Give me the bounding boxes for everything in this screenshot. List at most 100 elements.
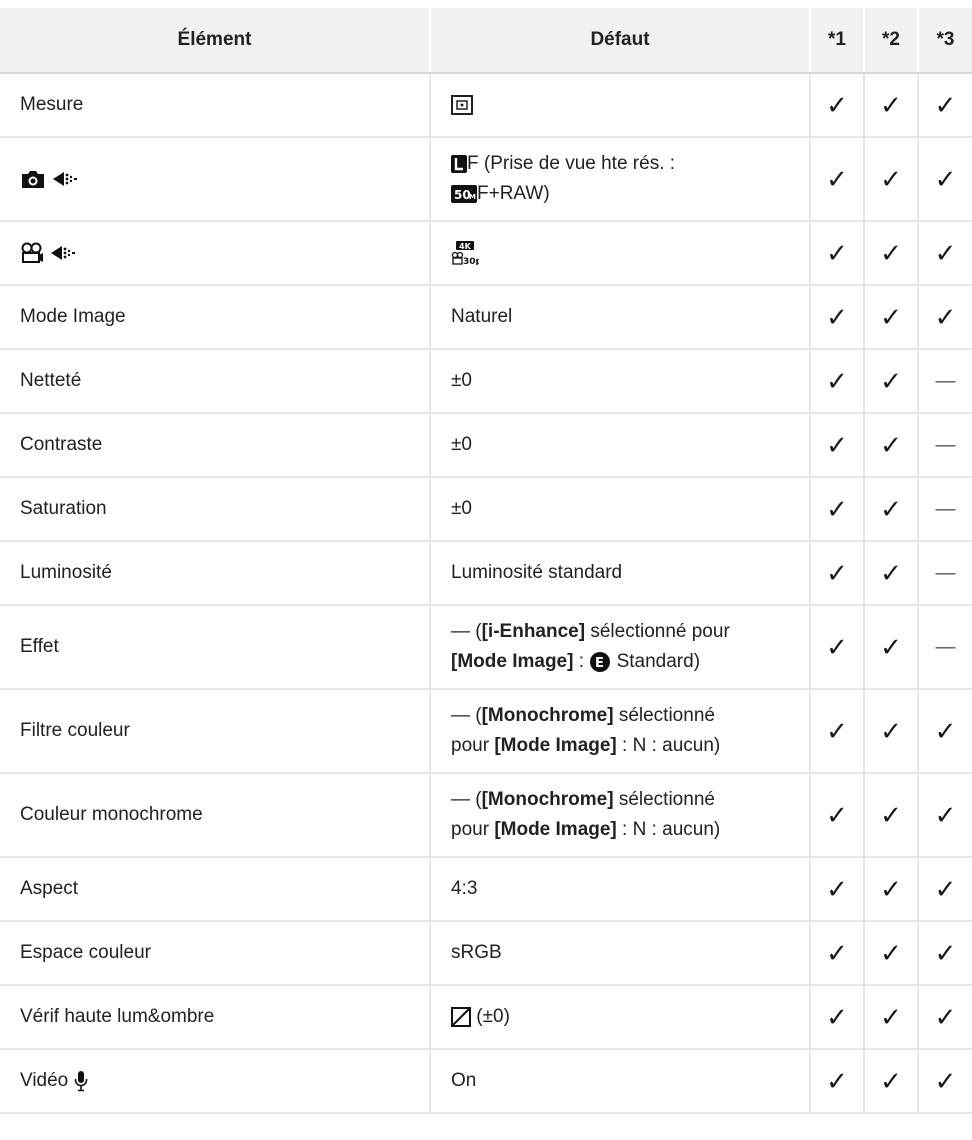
cell-element bbox=[0, 137, 431, 222]
cell-element: Saturation bbox=[0, 477, 431, 542]
table-row: Filtre couleur — ([Monochrome] sélection… bbox=[0, 689, 972, 774]
cell-default: sRGB bbox=[430, 921, 811, 986]
cell-check-2: ✓ bbox=[864, 413, 919, 478]
header-col1: *1 bbox=[810, 8, 865, 74]
cell-default: Naturel bbox=[430, 285, 811, 350]
table-row: 4K 30p ✓ ✓ ✓ bbox=[0, 221, 972, 286]
cell-check-3: — bbox=[918, 413, 972, 478]
cell-check-1: ✓ bbox=[810, 857, 865, 922]
cell-check-3: ✓ bbox=[918, 773, 972, 858]
cell-check-1: ✓ bbox=[810, 921, 865, 986]
cell-element: Aspect bbox=[0, 857, 431, 922]
cell-check-3: — bbox=[918, 349, 972, 414]
cell-element bbox=[0, 221, 431, 286]
large-fine-icon bbox=[451, 154, 467, 173]
table-row: Mode Image Naturel ✓ ✓ ✓ bbox=[0, 285, 972, 350]
microphone-icon bbox=[74, 1070, 88, 1092]
cell-check-2: ✓ bbox=[864, 477, 919, 542]
cell-check-2: ✓ bbox=[864, 285, 919, 350]
svg-text:E: E bbox=[595, 656, 604, 671]
cell-default bbox=[430, 73, 811, 138]
image-quality-icon bbox=[52, 169, 78, 189]
cell-check-2: ✓ bbox=[864, 349, 919, 414]
cell-check-1: ✓ bbox=[810, 413, 865, 478]
svg-text:30p: 30p bbox=[463, 257, 479, 265]
cell-element: Filtre couleur bbox=[0, 689, 431, 774]
cell-check-3: ✓ bbox=[918, 221, 972, 286]
cell-check-1: ✓ bbox=[810, 605, 865, 690]
cell-element: Contraste bbox=[0, 413, 431, 478]
header-col2: *2 bbox=[864, 8, 919, 74]
cell-check-2: ✓ bbox=[864, 1049, 919, 1114]
cell-check-3: ✓ bbox=[918, 857, 972, 922]
cell-check-2: ✓ bbox=[864, 541, 919, 606]
default-text: F (Prise de vue hte rés. : bbox=[467, 153, 676, 174]
cell-default: On bbox=[430, 1049, 811, 1114]
cell-check-2: ✓ bbox=[864, 605, 919, 690]
header-col3: *3 bbox=[918, 8, 972, 74]
cell-check-3: ✓ bbox=[918, 73, 972, 138]
cell-default: — ([i-Enhance] sélectionné pour [Mode Im… bbox=[430, 605, 811, 690]
cell-check-1: ✓ bbox=[810, 73, 865, 138]
settings-table: Élément Défaut *1 *2 *3 Mesure ✓ ✓ ✓ F (… bbox=[0, 8, 972, 1114]
svg-text:M: M bbox=[469, 193, 476, 201]
cell-check-2: ✓ bbox=[864, 689, 919, 774]
cell-check-2: ✓ bbox=[864, 137, 919, 222]
cell-default: ±0 bbox=[430, 349, 811, 414]
table-row: F (Prise de vue hte rés. : 50 M F+RAW) ✓… bbox=[0, 137, 972, 222]
cell-check-2: ✓ bbox=[864, 857, 919, 922]
table-row: Effet — ([i-Enhance] sélectionné pour [M… bbox=[0, 605, 972, 690]
cell-check-2: ✓ bbox=[864, 221, 919, 286]
table-row: Netteté ±0 ✓ ✓ — bbox=[0, 349, 972, 414]
cell-default: — ([Monochrome] sélectionné pour [Mode I… bbox=[430, 689, 811, 774]
cell-element: Couleur monochrome bbox=[0, 773, 431, 858]
header-element: Élément bbox=[0, 8, 431, 74]
cell-check-3: — bbox=[918, 605, 972, 690]
cell-check-1: ✓ bbox=[810, 541, 865, 606]
cell-check-3: ✓ bbox=[918, 921, 972, 986]
cell-element: Effet bbox=[0, 605, 431, 690]
cell-check-3: — bbox=[918, 477, 972, 542]
cell-element: Luminosité bbox=[0, 541, 431, 606]
cell-element: Espace couleur bbox=[0, 921, 431, 986]
svg-text:4K: 4K bbox=[459, 242, 472, 251]
table-row: Contraste ±0 ✓ ✓ — bbox=[0, 413, 972, 478]
cell-element: Mode Image bbox=[0, 285, 431, 350]
cell-element: Netteté bbox=[0, 349, 431, 414]
cell-element: Vérif haute lum&ombre bbox=[0, 985, 431, 1050]
cell-default: Luminosité standard bbox=[430, 541, 811, 606]
cell-check-1: ✓ bbox=[810, 773, 865, 858]
table-row: Vidéo On ✓ ✓ ✓ bbox=[0, 1049, 972, 1114]
header-row: Élément Défaut *1 *2 *3 bbox=[0, 8, 972, 74]
table-row: Mesure ✓ ✓ ✓ bbox=[0, 73, 972, 138]
default-text-tail: F+RAW) bbox=[477, 183, 550, 204]
cell-default: F (Prise de vue hte rés. : 50 M F+RAW) bbox=[430, 137, 811, 222]
cell-default: 4K 30p bbox=[430, 221, 811, 286]
cell-check-2: ✓ bbox=[864, 73, 919, 138]
cell-check-2: ✓ bbox=[864, 921, 919, 986]
camera-icon bbox=[20, 169, 46, 189]
50m-resolution-icon: 50 M bbox=[451, 184, 477, 203]
cell-check-1: ✓ bbox=[810, 1049, 865, 1114]
cell-check-2: ✓ bbox=[864, 773, 919, 858]
e-circle-icon: E bbox=[589, 651, 611, 673]
table-row: Couleur monochrome — ([Monochrome] sélec… bbox=[0, 773, 972, 858]
cell-check-3: ✓ bbox=[918, 137, 972, 222]
cell-check-3: ✓ bbox=[918, 689, 972, 774]
cell-check-1: ✓ bbox=[810, 285, 865, 350]
cell-default: 4:3 bbox=[430, 857, 811, 922]
cell-check-1: ✓ bbox=[810, 689, 865, 774]
movie-icon bbox=[20, 242, 44, 264]
table-row: Vérif haute lum&ombre (±0) ✓ ✓ ✓ bbox=[0, 985, 972, 1050]
cell-check-1: ✓ bbox=[810, 137, 865, 222]
header-default: Défaut bbox=[430, 8, 811, 74]
table-row: Espace couleur sRGB ✓ ✓ ✓ bbox=[0, 921, 972, 986]
cell-check-3: ✓ bbox=[918, 285, 972, 350]
4k-30p-icon: 4K 30p bbox=[451, 240, 479, 265]
cell-check-3: — bbox=[918, 541, 972, 606]
image-quality-icon bbox=[50, 243, 76, 263]
cell-check-1: ✓ bbox=[810, 221, 865, 286]
table-row: Aspect 4:3 ✓ ✓ ✓ bbox=[0, 857, 972, 922]
cell-check-3: ✓ bbox=[918, 985, 972, 1050]
cell-check-1: ✓ bbox=[810, 985, 865, 1050]
